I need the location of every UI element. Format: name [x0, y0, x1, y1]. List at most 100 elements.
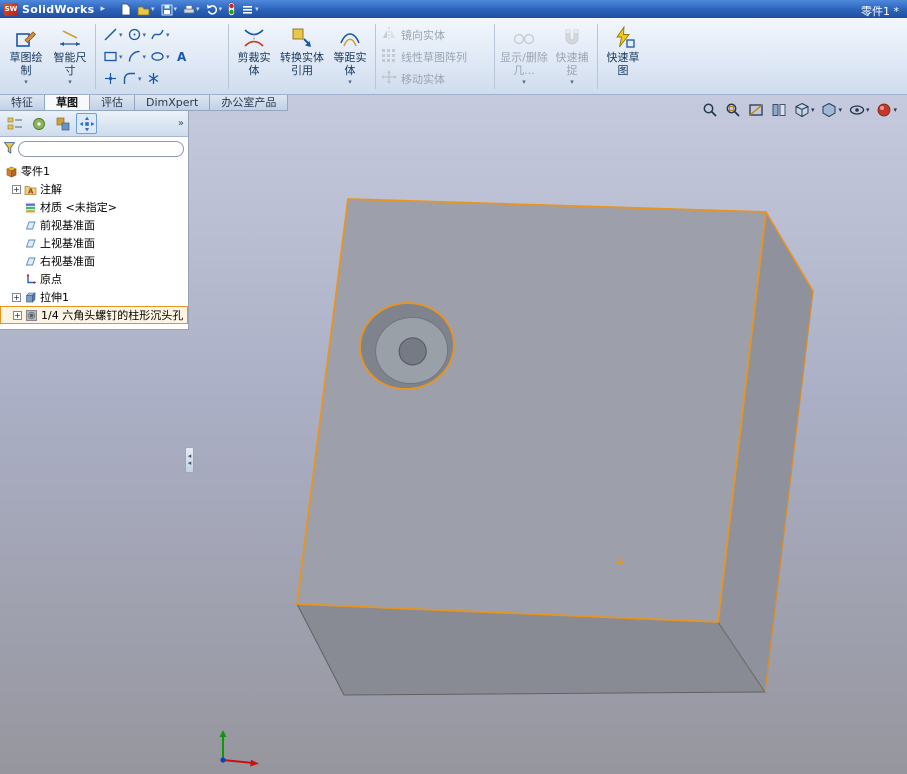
origin-icon: [24, 273, 37, 286]
rectangle-icon[interactable]: ▾: [101, 49, 125, 64]
section-view-icon[interactable]: [748, 102, 764, 118]
tree-root-label: 零件1: [21, 165, 50, 178]
circle-icon[interactable]: ▾: [125, 27, 149, 42]
tree-item-top-plane[interactable]: 上视基准面: [0, 234, 188, 252]
expand-toggle[interactable]: +: [12, 184, 21, 194]
tab-dimxpert[interactable]: DimXpert: [135, 95, 211, 111]
tree-item-origin[interactable]: 原点: [0, 270, 188, 288]
view-settings-icon[interactable]: [771, 102, 787, 118]
dropdown-caret-icon[interactable]: ▾: [24, 78, 28, 86]
model-top-face[interactable]: [296, 198, 767, 623]
offset-entities-button[interactable]: 等距实体 ▾: [328, 20, 372, 93]
svg-text:A: A: [28, 187, 34, 195]
move-entities-button[interactable]: 移动实体: [381, 69, 489, 88]
tree-item-label: 1/4 六角头螺钉的柱形沉头孔: [41, 309, 184, 322]
tree-item-extrude1[interactable]: + 拉伸1: [0, 288, 188, 306]
view-orientation-icon[interactable]: ▾: [794, 102, 814, 118]
line-icon[interactable]: ▾: [101, 27, 125, 42]
tab-features[interactable]: 特征: [0, 95, 45, 111]
tree-root-part[interactable]: 零件1: [0, 162, 188, 180]
tree-filter-input[interactable]: [18, 140, 184, 157]
offset-entities-icon: [338, 25, 362, 51]
ellipse-icon[interactable]: ▾: [148, 49, 172, 64]
tree-item-label: 注解: [40, 183, 62, 196]
featuremanager-tree-tab[interactable]: [4, 113, 25, 134]
plane-icon: [24, 237, 37, 250]
configurationmanager-tab[interactable]: [52, 113, 73, 134]
tree-item-right-plane[interactable]: 右视基准面: [0, 252, 188, 270]
sketch-button[interactable]: 草图绘制 ▾: [4, 20, 48, 93]
rebuild-icon[interactable]: [227, 2, 236, 16]
tab-office-products[interactable]: 办公室产品: [210, 95, 289, 111]
tree-item-front-plane[interactable]: 前视基准面: [0, 216, 188, 234]
ribbon-separator: [597, 24, 598, 89]
main-area: ▾ ▾ ▾ ▾ » 零件1 + A 注解 材质 <未指定> 前视基准面 上视基准…: [0, 95, 907, 774]
tree-item-label: 拉伸1: [40, 291, 69, 304]
tree-item-counterbore[interactable]: + 1/4 六角头螺钉的柱形沉头孔: [0, 306, 188, 324]
convert-entities-label: 转换实体引用: [280, 51, 324, 77]
reference-triad: [203, 726, 265, 772]
new-document-icon[interactable]: [119, 3, 132, 16]
spline-icon[interactable]: ▾: [148, 27, 172, 42]
sketch-icon: [14, 25, 38, 51]
fillet-icon[interactable]: ▾: [120, 71, 144, 86]
undo-icon[interactable]: ▾: [205, 3, 222, 16]
triad-x-arrow: [250, 759, 259, 767]
tree-item-material[interactable]: 材质 <未指定>: [0, 198, 188, 216]
display-delete-relations-button[interactable]: 显示/删除几... ▾: [498, 20, 550, 93]
options-icon[interactable]: ▾: [241, 3, 259, 16]
quick-snap-button[interactable]: 快速捕捉 ▾: [550, 20, 594, 93]
svg-text:A: A: [177, 50, 187, 64]
display-style-icon[interactable]: ▾: [821, 102, 842, 118]
dimxpertmanager-tab[interactable]: [76, 113, 97, 134]
document-title: 零件1 *: [861, 4, 899, 18]
text-icon[interactable]: A: [172, 49, 191, 64]
smart-dimension-button[interactable]: 智能尺寸 ▾: [48, 20, 92, 93]
open-icon[interactable]: ▾: [137, 3, 155, 16]
expand-toggle[interactable]: +: [13, 310, 22, 320]
expand-toggle[interactable]: +: [12, 292, 21, 302]
rapid-sketch-button[interactable]: 快速草图: [601, 20, 645, 93]
pattern-tools-column: 镜向实体 线性草图阵列 移动实体: [379, 20, 491, 93]
linear-pattern-label: 线性草图阵列: [401, 50, 467, 64]
rapid-sketch-label: 快速草图: [606, 51, 640, 77]
mirror-entities-button[interactable]: 镜向实体: [381, 25, 489, 44]
rapid-sketch-icon: [611, 25, 635, 51]
trim-entities-button[interactable]: 剪裁实体: [232, 20, 276, 93]
tree-item-annotations[interactable]: + A 注解: [0, 180, 188, 198]
sketch-button-label: 草图绘制: [9, 51, 43, 77]
linear-pattern-button[interactable]: 线性草图阵列: [381, 47, 489, 66]
save-icon[interactable]: ▾: [160, 3, 177, 16]
smart-dimension-icon: [58, 25, 82, 51]
panel-splitter-handle[interactable]: ◂ ◂: [185, 447, 194, 473]
mirror-entities-icon: [381, 26, 397, 43]
hide-show-icon[interactable]: ▾: [849, 102, 869, 118]
offset-entities-label: 等距实体: [333, 51, 367, 77]
asterisk-icon[interactable]: [144, 71, 163, 86]
zoom-area-icon[interactable]: [725, 102, 741, 118]
dropdown-caret-icon[interactable]: ▾: [348, 78, 352, 86]
tree-item-label: 右视基准面: [40, 255, 95, 268]
appearance-icon[interactable]: ▾: [876, 102, 897, 118]
print-icon[interactable]: ▾: [182, 3, 200, 16]
mirror-entities-label: 镜向实体: [401, 28, 445, 42]
panel-expand-chevron-icon[interactable]: »: [178, 118, 184, 129]
tab-sketch[interactable]: 草图: [45, 95, 90, 111]
smart-dimension-label: 智能尺寸: [53, 51, 87, 77]
arc-icon[interactable]: ▾: [125, 49, 149, 64]
propertymanager-tab[interactable]: [28, 113, 49, 134]
quick-snap-label: 快速捕捉: [555, 51, 589, 77]
heads-up-view-toolbar: ▾ ▾ ▾ ▾: [702, 102, 897, 118]
convert-entities-button[interactable]: 转换实体引用: [276, 20, 328, 93]
tab-evaluate[interactable]: 评估: [90, 95, 135, 111]
zoom-fit-icon[interactable]: [702, 102, 718, 118]
dropdown-caret-icon[interactable]: ▾: [68, 78, 72, 86]
dropdown-caret-icon[interactable]: ▾: [522, 78, 526, 86]
display-delete-relations-label: 显示/删除几...: [500, 51, 548, 77]
point-icon[interactable]: [101, 71, 120, 86]
filter-funnel-icon: [3, 139, 16, 158]
dropdown-caret-icon[interactable]: ▾: [570, 78, 574, 86]
menu-expand-arrow-icon[interactable]: ▸: [100, 4, 105, 14]
